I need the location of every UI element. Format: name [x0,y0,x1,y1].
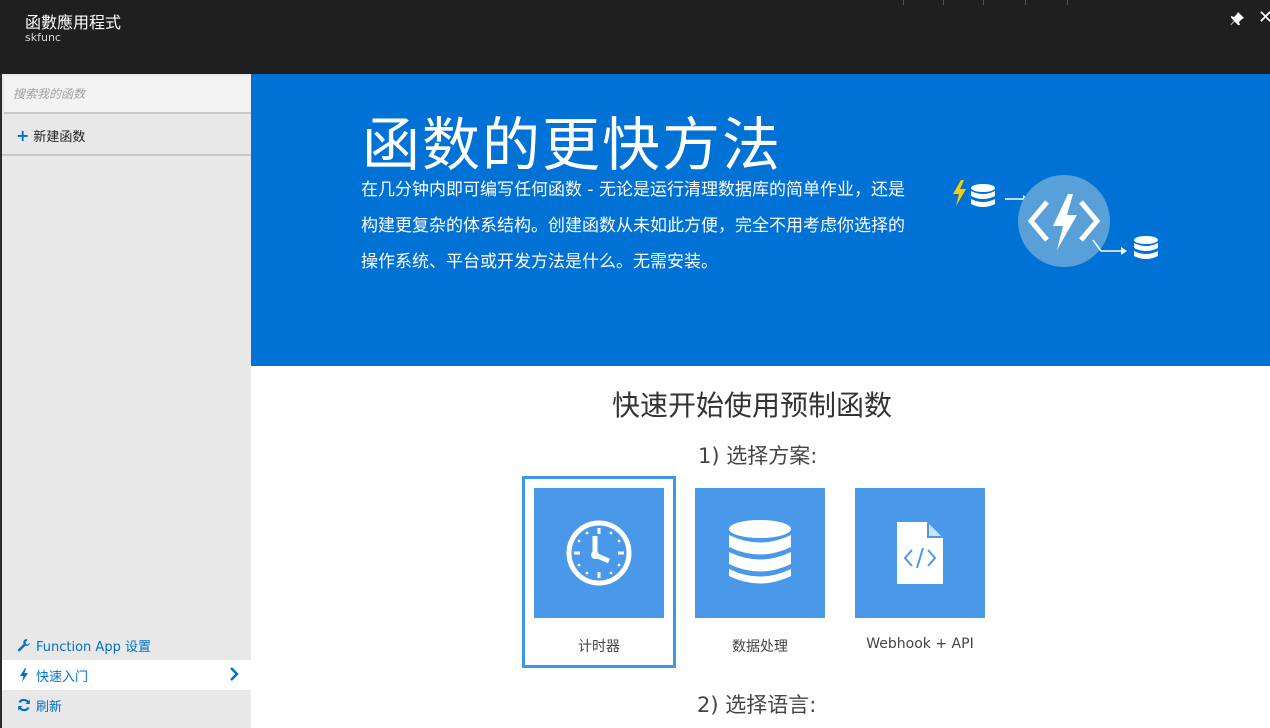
scenario-label: Webhook + API [866,636,974,652]
tab-divider [943,0,944,5]
refresh-label: 刷新 [36,699,63,715]
settings-label: Function App 设置 [36,639,151,655]
blade-subtitle: skfunc [25,31,61,44]
quickstart-link[interactable]: 快速入门 [2,660,251,690]
scenario-tile [534,488,664,618]
new-function-button[interactable]: + 新建函数 [2,116,251,156]
scenario-card-timer[interactable]: 计时器 [522,476,676,668]
close-icon[interactable]: ✕ [1258,8,1270,28]
tab-divider [903,0,904,5]
tab-divider [983,0,984,5]
function-illustration-icon [953,175,1158,267]
plus-icon: + [16,125,30,145]
function-app-settings-link[interactable]: Function App 设置 [2,630,251,660]
tab-divider [1067,0,1068,5]
code-file-icon [897,522,943,584]
refresh-icon [16,698,32,712]
clock-icon [566,520,632,586]
search-box [4,76,251,114]
chevron-right-icon [230,667,239,681]
title-bar: 函數應用程式 skfunc ✕ [0,0,1270,74]
scenario-card-data-processing[interactable]: 数据处理 [683,476,837,668]
step2-label: 2) 选择语言: [697,693,817,717]
quickstart-label: 快速入门 [36,669,89,685]
step1-label: 1) 选择方案: [698,444,818,468]
scenario-tile [855,488,985,618]
quickstart-title: 快速开始使用预制函数 [612,389,893,422]
database-icon [729,520,791,584]
refresh-link[interactable]: 刷新 [2,690,251,720]
hero-banner: 函数的更快方法 在几分钟内即可编写任何函数 - 无论是运行清理数据库的简单作业，… [251,74,1270,366]
hero-title: 函数的更快方法 [362,111,783,179]
wrench-icon [16,638,32,652]
scenario-card-webhook-api[interactable]: Webhook + API [843,476,997,668]
search-input[interactable] [4,76,251,112]
pin-icon[interactable] [1229,11,1245,27]
scenario-label: 数据处理 [732,639,788,655]
scenario-label: 计时器 [578,639,620,655]
tab-divider [1025,0,1026,5]
blade-title: 函數應用程式 [25,13,122,32]
bolt-icon [16,668,32,682]
hero-description: 在几分钟内即可编写任何函数 - 无论是运行清理数据库的简单作业，还是构建更复杂的… [361,180,905,272]
new-function-label: 新建函数 [33,129,86,145]
scenario-tile [695,488,825,618]
sidebar: + 新建函数 Function App 设置 快速入门 刷新 [0,74,251,728]
